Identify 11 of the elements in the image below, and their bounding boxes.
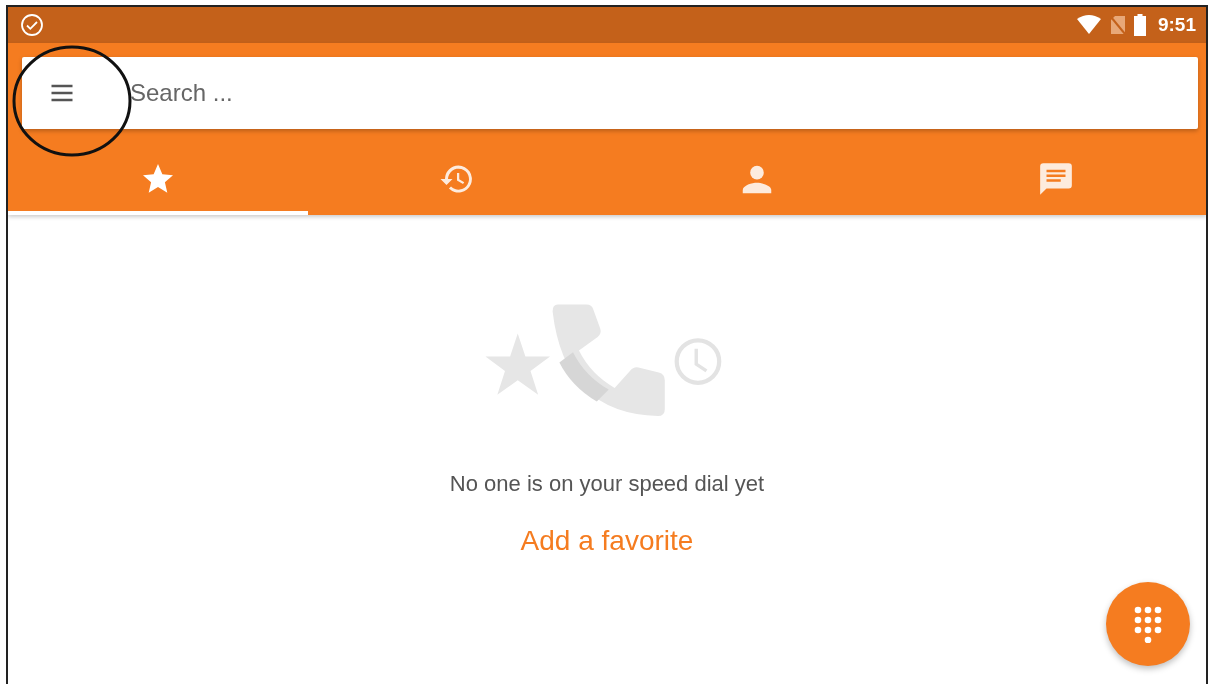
add-favorite-link[interactable]: Add a favorite [520, 525, 694, 557]
check-circle-icon [20, 13, 44, 37]
no-sim-icon [1109, 15, 1126, 35]
search-field[interactable]: Search ... [128, 78, 1198, 108]
search-bar[interactable]: Search ... [22, 57, 1198, 129]
wifi-icon [1075, 15, 1102, 35]
clock-time: 9:51 [1157, 14, 1196, 36]
battery-icon [1133, 14, 1146, 36]
dialpad-icon [1133, 605, 1163, 643]
empty-message: No one is on your speed dial yet [449, 471, 765, 497]
dialpad-button[interactable] [1106, 582, 1190, 666]
